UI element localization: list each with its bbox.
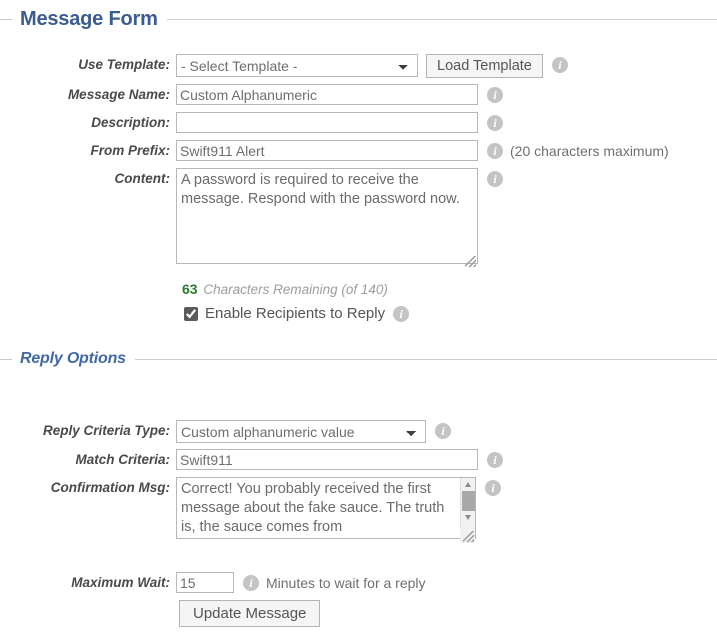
control-reply-criteria-type: Custom alphanumeric value i	[176, 420, 451, 443]
info-icon-reply-criteria-type[interactable]: i	[435, 423, 451, 439]
control-use-template: - Select Template - Load Template i	[176, 54, 568, 78]
info-icon-use-template[interactable]: i	[551, 57, 568, 73]
row-content: Content: A password is required to recei…	[0, 168, 717, 269]
control-description: i	[176, 112, 503, 133]
control-match-criteria: i	[176, 449, 503, 470]
page-title: Message Form	[20, 8, 158, 30]
label-maximum-wait: Maximum Wait:	[71, 575, 170, 590]
rule-right-reply	[134, 358, 717, 360]
info-icon-content[interactable]: i	[487, 171, 503, 187]
label-confirmation-msg: Confirmation Msg:	[50, 480, 170, 495]
row-description: Description: i	[0, 112, 717, 134]
control-message-name: i	[176, 84, 503, 105]
description-input[interactable]	[176, 112, 478, 133]
use-template-select[interactable]: - Select Template -	[176, 54, 418, 77]
info-icon-maximum-wait[interactable]: i	[243, 575, 259, 591]
enable-reply-label: Enable Recipients to Reply	[205, 305, 386, 322]
characters-remaining-count: 63	[182, 281, 198, 297]
match-criteria-input[interactable]	[176, 449, 478, 470]
info-icon-enable-reply[interactable]: i	[393, 305, 410, 322]
enable-reply-row[interactable]: Enable Recipients to Reply i	[184, 305, 410, 322]
message-name-input[interactable]	[176, 84, 478, 105]
reply-options-fields: Reply Criteria Type: Custom alphanumeric…	[0, 420, 717, 600]
maximum-wait-input[interactable]	[176, 572, 234, 593]
section-header-reply-options: Reply Options	[0, 350, 717, 368]
rule-left	[0, 19, 12, 20]
control-from-prefix: i (20 characters maximum)	[176, 140, 669, 162]
confirmation-msg-textarea[interactable]: Correct! You probably received the first…	[176, 477, 476, 539]
hint-maximum-wait: Minutes to wait for a reply	[266, 575, 426, 591]
characters-remaining-label: Characters Remaining (of 140)	[203, 282, 388, 297]
info-icon-confirmation-msg[interactable]: i	[485, 480, 501, 496]
info-icon-from-prefix[interactable]: i	[487, 143, 503, 159]
hint-from-prefix: (20 characters maximum)	[510, 143, 669, 159]
rule-left-reply	[0, 358, 12, 360]
scrollbar-corner	[460, 528, 475, 543]
row-use-template: Use Template: - Select Template - Load T…	[0, 54, 717, 78]
row-maximum-wait: Maximum Wait: i Minutes to wait for a re…	[0, 572, 717, 594]
info-icon-description[interactable]: i	[487, 115, 503, 131]
label-match-criteria: Match Criteria:	[75, 452, 170, 467]
row-confirmation-msg: Confirmation Msg: Correct! You probably …	[0, 477, 717, 544]
content-textarea[interactable]: A password is required to receive the me…	[176, 168, 478, 264]
label-message-name: Message Name:	[67, 87, 170, 102]
label-reply-criteria-type: Reply Criteria Type:	[42, 423, 170, 438]
row-message-name: Message Name: i	[0, 84, 717, 106]
control-confirmation-msg: Correct! You probably received the first…	[176, 477, 501, 544]
confirmation-textarea-wrap: Correct! You probably received the first…	[176, 477, 476, 544]
row-reply-criteria-type: Reply Criteria Type: Custom alphanumeric…	[0, 420, 717, 443]
label-content: Content:	[114, 171, 170, 186]
reply-options-title: Reply Options	[20, 350, 126, 367]
reply-criteria-type-select[interactable]: Custom alphanumeric value	[176, 420, 426, 443]
message-form-page: Message Form Use Template: - Select Temp…	[0, 0, 717, 643]
enable-reply-checkbox[interactable]	[184, 306, 198, 321]
update-message-button[interactable]: Update Message	[179, 600, 321, 627]
info-icon-match-criteria[interactable]: i	[487, 452, 503, 468]
control-maximum-wait: i Minutes to wait for a reply	[176, 572, 426, 594]
row-match-criteria: Match Criteria: i	[0, 449, 717, 471]
content-textarea-wrap: A password is required to receive the me…	[176, 168, 478, 269]
message-form-fields: Use Template: - Select Template - Load T…	[0, 54, 717, 275]
info-icon-message-name[interactable]: i	[487, 87, 503, 103]
label-from-prefix: From Prefix:	[90, 143, 170, 158]
label-description: Description:	[91, 115, 170, 130]
control-content: A password is required to receive the me…	[176, 168, 503, 269]
rule-right	[166, 19, 717, 20]
from-prefix-input[interactable]	[176, 140, 478, 161]
section-header-message-form: Message Form	[0, 8, 717, 31]
characters-remaining: 63 Characters Remaining (of 140)	[182, 281, 388, 297]
label-use-template: Use Template:	[78, 57, 170, 72]
row-from-prefix: From Prefix: i (20 characters maximum)	[0, 140, 717, 162]
load-template-button[interactable]: Load Template	[426, 54, 543, 78]
